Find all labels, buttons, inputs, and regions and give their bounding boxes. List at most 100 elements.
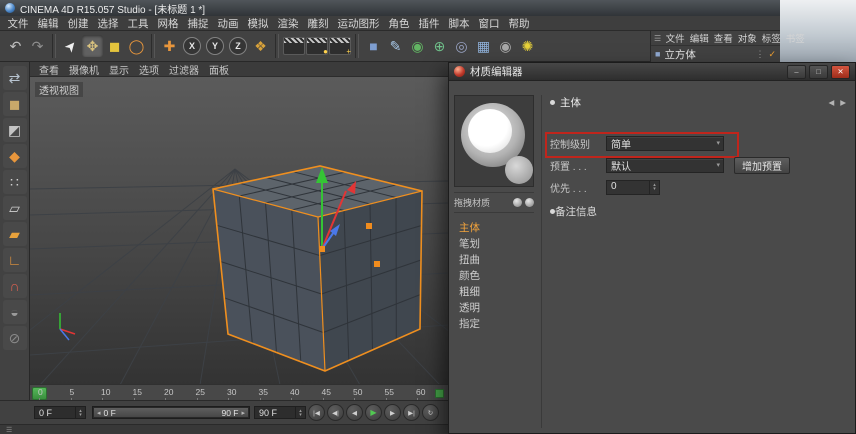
last-command-icon[interactable]: ✚ xyxy=(159,35,180,57)
object-name[interactable]: 立方体 xyxy=(664,47,696,62)
menubar-item[interactable]: 脚本 xyxy=(444,16,474,31)
control-level-dropdown[interactable]: 简单 ▾ xyxy=(606,136,724,151)
preview-range-slider[interactable]: ◂ 0 F 90 F ▸ xyxy=(92,406,250,419)
visibility-dots-icon[interactable]: ⋮ xyxy=(755,49,764,60)
workplane-mode-icon[interactable]: ◆ xyxy=(3,144,27,168)
menubar-item[interactable]: 工具 xyxy=(123,16,153,31)
previous-frame-button[interactable]: ◀ xyxy=(346,404,363,421)
play-button[interactable]: ▶ xyxy=(365,404,382,421)
object-row-cube[interactable]: ■ 立方体 ⋮ ✓ xyxy=(651,46,780,62)
preview-range-bar[interactable]: ◂ 0 F 90 F ▸ xyxy=(94,408,248,417)
snap-icon[interactable]: ∩ xyxy=(3,274,27,298)
maximize-button[interactable]: □ xyxy=(809,65,828,79)
range-end-marker[interactable] xyxy=(435,389,444,398)
channel-item[interactable]: 指定 xyxy=(454,315,534,331)
menubar-item[interactable]: 选择 xyxy=(93,16,123,31)
channel-item[interactable]: 粗细 xyxy=(454,283,534,299)
start-frame-stepper[interactable]: ▴ ▾ xyxy=(75,407,85,418)
menubar-item[interactable]: 窗口 xyxy=(474,16,504,31)
channel-item[interactable]: 透明 xyxy=(454,299,534,315)
rotate-tool-icon[interactable]: ◯ xyxy=(126,35,147,57)
enabled-check-icon[interactable]: ✓ xyxy=(768,49,776,60)
deformer-icon[interactable]: ◎ xyxy=(451,35,472,57)
strip-menu-icon[interactable]: ☰ xyxy=(6,426,12,434)
polygon-mode-icon[interactable]: ▰ xyxy=(3,222,27,246)
menubar-item[interactable]: 插件 xyxy=(414,16,444,31)
channel-item[interactable]: 扭曲 xyxy=(454,251,534,267)
preset-dropdown[interactable]: 默认 ▾ xyxy=(606,158,724,173)
coordinate-system-icon[interactable]: ❖ xyxy=(250,35,271,57)
render-settings-icon[interactable]: ● xyxy=(306,37,328,55)
floor-icon[interactable]: ▦ xyxy=(473,35,494,57)
minimize-button[interactable]: – xyxy=(787,65,806,79)
viewport-solo-icon[interactable]: ◒ xyxy=(3,300,27,324)
panel-menu-icon[interactable]: ☰ xyxy=(652,34,663,43)
viewport-canvas[interactable]: 透视视图 xyxy=(30,77,448,385)
object-manager-menu-item[interactable]: 文件 xyxy=(663,31,687,45)
channel-item[interactable]: 笔划 xyxy=(454,235,534,251)
viewport-menu-item[interactable]: 面板 xyxy=(204,62,234,77)
move-tool-icon[interactable]: ✥ xyxy=(82,35,103,57)
goto-end-button[interactable]: ▶| xyxy=(403,404,420,421)
texture-mode-icon[interactable]: ◩ xyxy=(3,118,27,142)
live-selection-icon[interactable]: ➤ xyxy=(55,31,85,61)
loop-button[interactable]: ↻ xyxy=(422,404,439,421)
menubar-item[interactable]: 角色 xyxy=(384,16,414,31)
menubar-item[interactable]: 帮助 xyxy=(504,16,534,31)
channel-item[interactable]: 主体 xyxy=(454,219,534,235)
y-axis-lock-icon[interactable]: Y xyxy=(206,37,224,55)
menubar-item[interactable]: 编辑 xyxy=(33,16,63,31)
range-left-handle[interactable]: ◂ xyxy=(97,409,101,417)
spin-down-icon[interactable]: ▾ xyxy=(653,187,656,191)
point-mode-icon[interactable]: ∷ xyxy=(3,170,27,194)
make-editable-icon[interactable]: ⇄ xyxy=(3,66,27,90)
nav-next-icon[interactable]: ▶ xyxy=(840,98,846,107)
render-queue-icon[interactable]: + xyxy=(329,37,351,55)
material-preview[interactable] xyxy=(454,95,534,187)
viewport-menu-item[interactable]: 摄像机 xyxy=(64,62,104,77)
undo-icon[interactable]: ↶ xyxy=(5,35,26,57)
viewport[interactable]: 查看摄像机显示选项过滤器面板 xyxy=(30,62,448,384)
spin-down-icon[interactable]: ▾ xyxy=(299,413,302,417)
close-button[interactable]: ✕ xyxy=(831,65,850,79)
priority-stepper[interactable]: ▴ ▾ xyxy=(649,181,659,194)
previous-key-button[interactable]: ◀| xyxy=(327,404,344,421)
viewport-label[interactable]: 透视视图 xyxy=(35,82,83,97)
menubar-item[interactable]: 模拟 xyxy=(243,16,273,31)
cube-primitive-icon[interactable]: ■ xyxy=(363,35,384,57)
preview-size-small-icon[interactable] xyxy=(513,198,522,207)
light-icon[interactable]: ✺ xyxy=(517,35,538,57)
edge-mode-icon[interactable]: ▱ xyxy=(3,196,27,220)
model-mode-icon[interactable]: ◼ xyxy=(3,92,27,116)
menubar-item[interactable]: 运动图形 xyxy=(333,16,384,31)
menubar-item[interactable]: 渲染 xyxy=(273,16,303,31)
viewport-menu-item[interactable]: 显示 xyxy=(104,62,134,77)
menubar-item[interactable]: 动画 xyxy=(213,16,243,31)
next-frame-button[interactable]: ▶ xyxy=(384,404,401,421)
axis-mode-icon[interactable]: ∟ xyxy=(3,248,27,272)
titlebar[interactable]: CINEMA 4D R15.057 Studio - [未标题 1 *] xyxy=(0,0,780,16)
menubar-item[interactable]: 网格 xyxy=(153,16,183,31)
nav-prev-icon[interactable]: ◀ xyxy=(828,98,834,107)
menubar-item[interactable]: 雕刻 xyxy=(303,16,333,31)
camera-icon[interactable]: ◉ xyxy=(495,35,516,57)
spin-down-icon[interactable]: ▾ xyxy=(79,413,82,417)
range-right-handle[interactable]: ▸ xyxy=(241,409,245,417)
viewport-menu-item[interactable]: 查看 xyxy=(34,62,64,77)
x-axis-lock-icon[interactable]: X xyxy=(183,37,201,55)
scale-tool-icon[interactable]: ◼ xyxy=(104,35,125,57)
start-frame-input[interactable]: 0 F ▴ ▾ xyxy=(34,406,86,419)
object-manager-menu-item[interactable]: 对象 xyxy=(735,31,759,45)
object-manager-menu-item[interactable]: 标签 xyxy=(759,31,783,45)
viewport-menu-item[interactable]: 选项 xyxy=(134,62,164,77)
menubar-item[interactable]: 捕捉 xyxy=(183,16,213,31)
channel-item[interactable]: 颜色 xyxy=(454,267,534,283)
object-manager-menu-item[interactable]: 查看 xyxy=(711,31,735,45)
menubar-item[interactable]: 创建 xyxy=(63,16,93,31)
add-preset-button[interactable]: 增加预置 xyxy=(734,157,790,174)
viewport-menu-item[interactable]: 过滤器 xyxy=(164,62,204,77)
mograph-icon[interactable]: ⊕ xyxy=(429,35,450,57)
end-frame-input[interactable]: 90 F ▴ ▾ xyxy=(254,406,306,419)
object-manager-menu-item[interactable]: 编辑 xyxy=(687,31,711,45)
material-editor-titlebar[interactable]: 材质编辑器 – □ ✕ xyxy=(449,63,855,81)
